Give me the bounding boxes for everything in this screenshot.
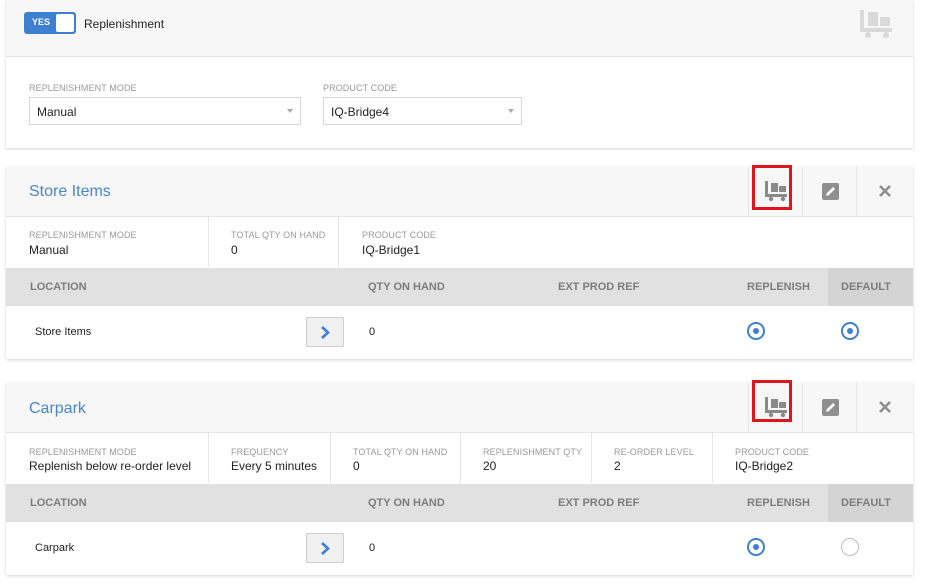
field-value: Every 5 minutes [231, 459, 318, 473]
delete-button[interactable] [856, 383, 910, 433]
field-value: 20 [483, 459, 497, 473]
column-header: REPLENISH [747, 497, 810, 509]
location-name: Store Items [35, 326, 92, 338]
divider [208, 433, 209, 483]
open-location-button[interactable] [306, 317, 344, 347]
close-icon [879, 185, 891, 197]
edit-button[interactable] [802, 167, 856, 217]
close-icon [879, 401, 891, 413]
default-radio[interactable] [841, 538, 859, 556]
field-value: IQ-Bridge2 [735, 459, 794, 473]
divider [208, 217, 209, 267]
table-header-bg: LOCATION QTY ON HAND EXT PROD REF REPLEN… [6, 484, 913, 522]
divider [460, 433, 461, 483]
toggle-caption: Replenishment [84, 17, 165, 31]
field-label: FREQUENCY [231, 447, 289, 457]
divider [338, 217, 339, 267]
qty-on-hand: 0 [369, 542, 376, 554]
column-header: LOCATION [30, 497, 87, 509]
location-card-carpark: Carpark REPLENISHMENT MODE Replenish bel… [6, 380, 913, 575]
replenish-radio[interactable] [747, 322, 765, 340]
location-card-store-items: Store Items REPLENISHMENT MODE Manual TO… [6, 165, 913, 359]
chevron-down-icon [287, 109, 293, 113]
chevron-right-icon [321, 542, 330, 555]
field-value: 2 [614, 459, 621, 473]
field-label: PRODUCT CODE [362, 230, 437, 240]
trolley-icon [860, 10, 892, 38]
column-header: QTY ON HAND [368, 281, 445, 293]
product-code-select[interactable]: IQ-Bridge4 [323, 97, 522, 125]
field-label: REPLENISHMENT MODE [29, 230, 137, 240]
column-header: QTY ON HAND [368, 497, 445, 509]
mode-select-value: Manual [37, 105, 77, 119]
pencil-icon [822, 183, 839, 200]
divider [330, 433, 331, 483]
field-label: TOTAL QTY ON HAND [353, 447, 448, 457]
table-row: Carpark 0 [6, 522, 913, 575]
field-value: Replenish below re-order level [29, 459, 192, 473]
card-title: Carpark [29, 400, 86, 417]
field-label: REPLENISHMENT QTY [483, 447, 583, 457]
code-select-value: IQ-Bridge4 [331, 105, 390, 119]
default-radio[interactable] [841, 322, 859, 340]
code-label: PRODUCT CODE [323, 83, 398, 93]
column-header: LOCATION [30, 281, 87, 293]
column-header: DEFAULT [841, 497, 891, 509]
open-location-button[interactable] [306, 533, 344, 563]
column-header: REPLENISH [747, 281, 810, 293]
chevron-right-icon [321, 326, 330, 339]
toggle-knob [56, 14, 74, 32]
qty-on-hand: 0 [369, 326, 376, 338]
column-header: DEFAULT [841, 281, 891, 293]
column-header: EXT PROD REF [558, 497, 640, 509]
replenish-radio[interactable] [747, 538, 765, 556]
field-label: TOTAL QTY ON HAND [231, 230, 326, 240]
replenishment-toggle[interactable]: YES [24, 12, 76, 34]
field-value: 0 [353, 459, 360, 473]
replenishment-mode-select[interactable]: Manual [29, 97, 301, 125]
divider [712, 433, 713, 483]
card-title: Store Items [29, 183, 111, 200]
divider [591, 433, 592, 483]
table-row: Store Items 0 [6, 306, 913, 359]
field-value: 0 [231, 243, 238, 257]
field-label: REPLENISHMENT MODE [29, 447, 137, 457]
field-label: RE-ORDER LEVEL [614, 447, 694, 457]
field-value: Manual [29, 243, 69, 257]
replenishment-settings-card: YES Replenishment REPLENISHMENT MODE Man… [6, 0, 913, 148]
highlight-box [752, 165, 792, 210]
toggle-yes-label: YES [32, 17, 51, 27]
delete-button[interactable] [856, 167, 910, 217]
column-header: EXT PROD REF [558, 281, 640, 293]
location-name: Carpark [35, 542, 75, 554]
table-header-bg: LOCATION QTY ON HAND EXT PROD REF REPLEN… [6, 268, 913, 306]
mode-label: REPLENISHMENT MODE [29, 83, 137, 93]
edit-button[interactable] [802, 383, 856, 433]
highlight-box [752, 380, 792, 422]
field-value: IQ-Bridge1 [362, 243, 421, 257]
field-label: PRODUCT CODE [735, 447, 810, 457]
table-header: LOCATION QTY ON HAND EXT PROD REF REPLEN… [6, 484, 913, 522]
chevron-down-icon [508, 109, 514, 113]
table-header: LOCATION QTY ON HAND EXT PROD REF REPLEN… [6, 268, 913, 306]
pencil-icon [822, 399, 839, 416]
